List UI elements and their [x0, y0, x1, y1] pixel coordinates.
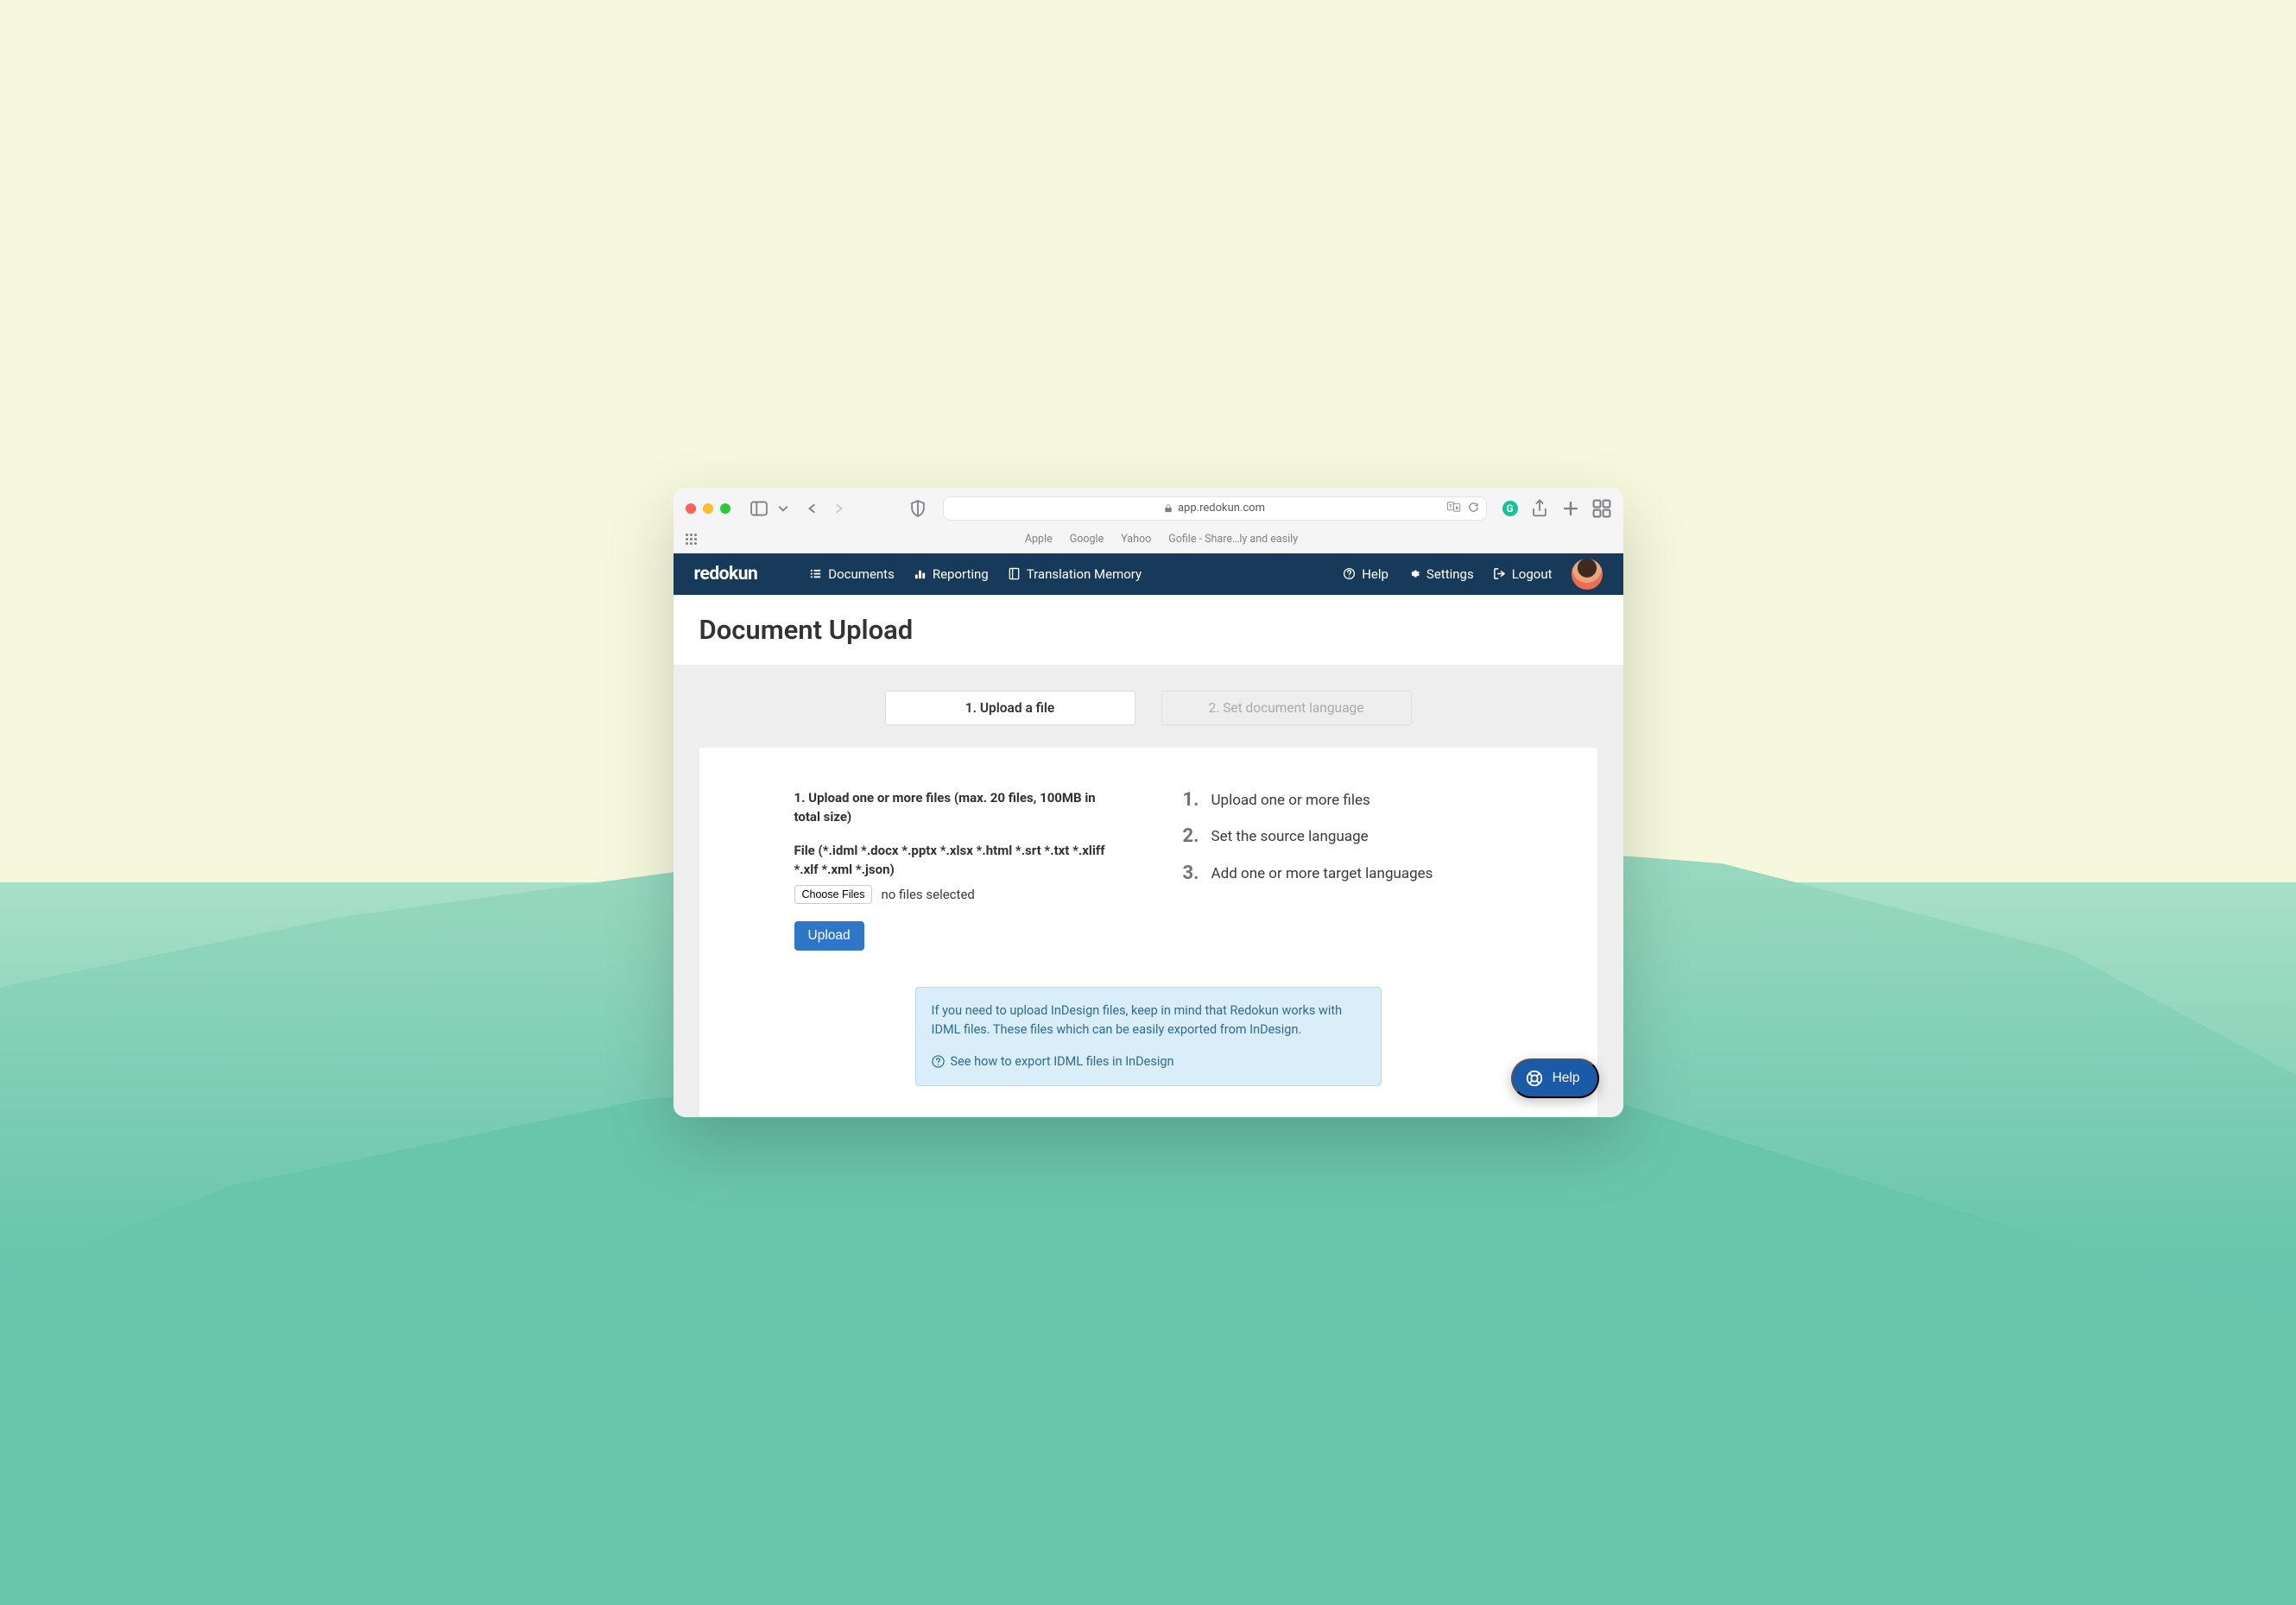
chart-bar-icon	[914, 567, 927, 580]
url-text: app.redokun.com	[1164, 502, 1265, 515]
gear-icon	[1407, 567, 1420, 580]
nav-help[interactable]: Help	[1343, 566, 1388, 582]
upload-card: 1. Upload one or more files (max. 20 fil…	[699, 748, 1597, 1117]
privacy-shield-icon[interactable]	[908, 499, 927, 518]
logout-icon	[1493, 567, 1506, 580]
lock-icon	[1164, 504, 1173, 513]
reload-icon[interactable]	[1468, 500, 1479, 516]
new-tab-icon[interactable]	[1561, 499, 1580, 518]
content-area: 1. Upload a file 2. Set document languag…	[674, 665, 1623, 1117]
maximize-icon[interactable]	[720, 503, 731, 514]
close-icon[interactable]	[686, 503, 696, 514]
bookmarks-list: Apple Google Yahoo Gofile - Share…ly and…	[1025, 533, 1298, 546]
traffic-lights	[686, 503, 731, 514]
translate-icon[interactable]	[1447, 500, 1461, 516]
chevron-down-icon[interactable]	[777, 499, 789, 518]
step-item: 1.Upload one or more files	[1183, 789, 1502, 812]
nav-reporting[interactable]: Reporting	[914, 566, 989, 582]
grammarly-icon[interactable]: G	[1502, 501, 1518, 516]
file-types-label: File (*.idml *.docx *.pptx *.xlsx *.html…	[794, 842, 1114, 880]
page-title: Document Upload	[699, 614, 1597, 646]
tabs-overview-icon[interactable]	[1592, 499, 1611, 518]
step-item: 2.Set the source language	[1183, 825, 1502, 848]
apps-grid-icon[interactable]	[686, 534, 697, 545]
minimize-icon[interactable]	[703, 503, 713, 514]
steps-list: 1.Upload one or more files 2.Set the sou…	[1183, 789, 1502, 885]
browser-chrome: app.redokun.com G	[674, 488, 1623, 553]
upload-button[interactable]: Upload	[794, 921, 864, 951]
bookmark-gofile[interactable]: Gofile - Share…ly and easily	[1168, 533, 1298, 546]
main-nav: Documents Reporting Translation Memory	[809, 566, 1142, 582]
bookmark-apple[interactable]: Apple	[1025, 533, 1053, 546]
file-status-text: no files selected	[881, 887, 974, 902]
wizard-tab-upload[interactable]: 1. Upload a file	[885, 691, 1135, 725]
notebook-icon	[1008, 567, 1021, 580]
nav-logout[interactable]: Logout	[1493, 566, 1553, 582]
question-circle-icon	[1343, 567, 1356, 580]
lifebuoy-icon	[1525, 1069, 1544, 1088]
wizard-tabs: 1. Upload a file 2. Set document languag…	[674, 691, 1623, 725]
page-title-bar: Document Upload	[674, 595, 1623, 665]
browser-window: app.redokun.com G	[674, 488, 1623, 1117]
avatar[interactable]	[1572, 559, 1603, 590]
sidebar-toggle-icon[interactable]	[750, 499, 768, 518]
forward-button[interactable]	[829, 499, 848, 518]
brand-logo[interactable]: redokun	[694, 564, 758, 584]
info-text: If you need to upload InDesign files, ke…	[932, 1002, 1365, 1040]
list-icon	[809, 567, 822, 580]
bookmark-google[interactable]: Google	[1070, 533, 1104, 546]
info-link[interactable]: See how to export IDML files in InDesign	[932, 1052, 1365, 1071]
choose-files-button[interactable]: Choose Files	[794, 885, 873, 904]
nav-documents[interactable]: Documents	[809, 566, 895, 582]
upload-heading: 1. Upload one or more files (max. 20 fil…	[794, 789, 1114, 827]
bookmark-yahoo[interactable]: Yahoo	[1121, 533, 1151, 546]
nav-settings[interactable]: Settings	[1407, 566, 1474, 582]
back-button[interactable]	[803, 499, 822, 518]
app-header: redokun Documents Reporting Translation …	[674, 553, 1623, 595]
url-bar[interactable]: app.redokun.com	[943, 496, 1487, 521]
info-box: If you need to upload InDesign files, ke…	[915, 987, 1382, 1086]
share-icon[interactable]	[1530, 499, 1549, 518]
help-fab[interactable]: Help	[1511, 1058, 1599, 1098]
nav-translation-memory[interactable]: Translation Memory	[1008, 566, 1142, 582]
question-circle-icon	[932, 1055, 945, 1068]
wizard-tab-language: 2. Set document language	[1161, 691, 1412, 725]
step-item: 3.Add one or more target languages	[1183, 863, 1502, 885]
